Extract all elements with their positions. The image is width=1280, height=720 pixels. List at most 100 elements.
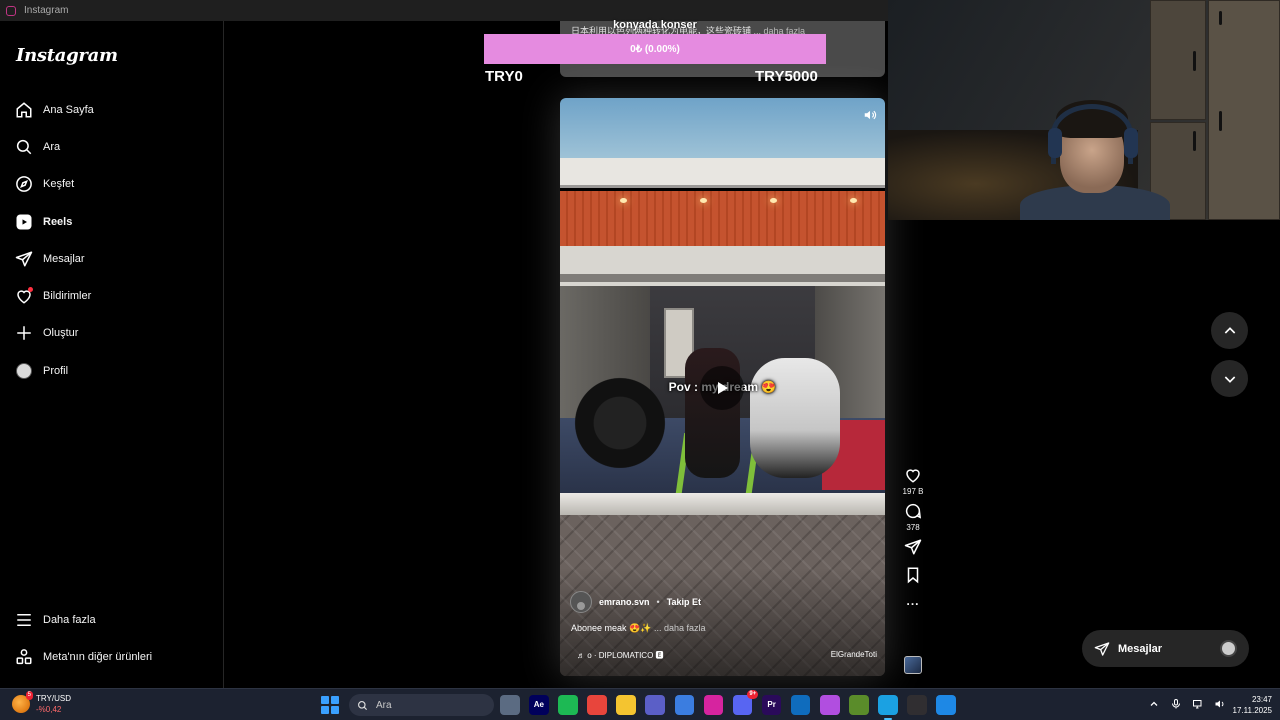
task-view-icon[interactable] (500, 695, 520, 715)
sidebar-item-more[interactable]: Daha fazla (0, 601, 224, 638)
microphone-icon[interactable] (1170, 698, 1182, 710)
webcam-cabinet (1150, 0, 1206, 120)
start-button[interactable] (321, 696, 339, 714)
premiere-icon[interactable]: Pr (761, 695, 782, 715)
reel-audio-row[interactable]: ♬ o · DIPLOMATICO 🅴 ElGrandeToti (577, 650, 877, 661)
sidebar-item-label: Mesajlar (43, 252, 85, 265)
taskbar-clock[interactable]: 23:47 17.11.2025 (1222, 694, 1272, 716)
donation-progress-text: 0₺ (0.00%) (630, 43, 680, 55)
currency-ticker: TRY/USD -%0,42 (36, 693, 71, 715)
video-motorcycle-white (750, 358, 840, 478)
sidebar-item-search[interactable]: Ara (0, 128, 224, 165)
instagram-logo[interactable]: Instagram (16, 45, 118, 66)
audio-track-title: ♬ o · DIPLOMATICO 🅴 (577, 651, 664, 660)
search-icon (358, 700, 368, 710)
sidebar-item-label: Daha fazla (43, 613, 96, 626)
windows-taskbar: 5 TRY/USD -%0,42 Ara Ae 9+ Pr 23:47 17.11.… (0, 688, 1280, 720)
sidebar-bottom-nav: Daha fazla Meta'nın diğer ürünleri (0, 601, 224, 676)
app-icon[interactable] (936, 695, 956, 715)
taskbar-widget[interactable]: 5 TRY/USD -%0,42 (12, 691, 71, 715)
sidebar-item-label: Ara (43, 140, 61, 153)
instagram-favicon-icon (6, 5, 16, 16)
reels-icon (15, 213, 33, 231)
follow-button[interactable]: Takip Et (667, 597, 701, 607)
minecraft-icon[interactable] (849, 695, 869, 715)
spotify-icon[interactable] (558, 695, 578, 715)
sidebar-item-profile[interactable]: Profil (0, 352, 224, 389)
widget-badge: 5 (25, 691, 33, 700)
send-icon (1094, 641, 1110, 656)
audio-thumbnail[interactable] (904, 656, 922, 674)
sidebar-item-label: Reels (43, 215, 73, 228)
taskbar-search[interactable]: Ara (349, 694, 494, 716)
sidebar-item-messages[interactable]: Mesajlar (0, 240, 224, 277)
sidebar-item-label: Ana Sayfa (43, 103, 94, 116)
instagram-icon[interactable] (703, 695, 724, 715)
author-avatar[interactable] (570, 591, 592, 613)
browser-tab-title: Instagram (24, 5, 69, 16)
currency-widget-icon: 5 (12, 691, 33, 713)
video-garage-frame (560, 246, 885, 286)
obs-icon[interactable] (907, 695, 927, 715)
store-icon[interactable] (674, 695, 695, 715)
clock-date: 17.11.2025 (1232, 706, 1272, 715)
teams-icon[interactable] (645, 695, 665, 715)
volume-icon[interactable] (863, 108, 877, 122)
chevron-up-icon[interactable] (1148, 698, 1160, 710)
after-effects-icon[interactable]: Ae (529, 695, 549, 715)
browser-titlebar: Instagram (0, 0, 888, 21)
video-roof-fascia (560, 158, 885, 188)
menu-icon (15, 611, 33, 629)
profile-avatar-icon (15, 362, 33, 380)
chrome-icon[interactable] (587, 695, 607, 715)
like-button[interactable]: 197 B (900, 466, 926, 496)
play-button[interactable] (700, 366, 744, 410)
discord-badge: 9+ (747, 690, 759, 699)
edge-icon[interactable] (878, 695, 898, 719)
webcam-headset-ear (1048, 128, 1062, 158)
sidebar-item-meta-products[interactable]: Meta'nın diğer ürünleri (0, 638, 224, 675)
sidebar-item-create[interactable]: Oluştur (0, 315, 224, 352)
audio-artist: ElGrandeToti (830, 650, 877, 659)
heart-icon (906, 469, 920, 483)
sidebar-item-label: Meta'nın diğer ürünleri (43, 650, 153, 663)
sidebar-item-explore[interactable]: Keşfet (0, 166, 224, 203)
donation-min-label: TRY0 (485, 68, 523, 85)
copilot-icon[interactable] (820, 695, 840, 715)
compass-icon (15, 175, 33, 193)
clock-time: 23:47 (1251, 695, 1272, 704)
share-button[interactable] (900, 538, 926, 556)
reel-author-row: emrano.svn • Takip Et (570, 591, 701, 613)
comment-button[interactable]: 378 (900, 502, 926, 532)
reel-actions: 197 B 378 ... (900, 466, 926, 614)
file-explorer-icon[interactable] (616, 695, 636, 715)
send-icon (15, 250, 33, 268)
donation-progress-bar: 0₺ (0.00%) (484, 34, 826, 64)
reel-caption-more-link[interactable]: ... daha fazla (654, 623, 706, 633)
donation-goal-title: konyada konser (613, 19, 697, 31)
sidebar-item-reels[interactable]: Reels (0, 203, 224, 240)
mail-icon[interactable] (790, 695, 811, 715)
donation-max-label: TRY5000 (755, 68, 818, 85)
more-options-button[interactable]: ... (900, 594, 926, 608)
home-icon (15, 101, 33, 119)
save-button[interactable] (900, 566, 926, 584)
sidebar-item-notifications[interactable]: Bildirimler (0, 277, 224, 314)
network-icon[interactable] (1192, 698, 1204, 710)
webcam-overlay (888, 0, 1280, 220)
sidebar-item-label: Keşfet (43, 178, 75, 191)
author-username[interactable]: emrano.svn (599, 597, 650, 607)
taskbar-apps: Ae 9+ Pr (500, 690, 956, 719)
sidebar: Instagram Ana Sayfa Ara Keşfet Reels Mes… (0, 21, 224, 688)
messages-pill-button[interactable]: Mesajlar (1082, 630, 1249, 667)
previous-reel-button[interactable] (1211, 312, 1248, 349)
reel-caption: Abonee meak 😍✨ ... daha fazla (571, 623, 706, 634)
webcam-headset (1051, 104, 1133, 164)
sidebar-item-home[interactable]: Ana Sayfa (0, 91, 224, 128)
like-count: 197 B (902, 487, 924, 496)
ticker-change: -%0,42 (36, 705, 62, 714)
next-reel-button[interactable] (1211, 360, 1248, 397)
discord-icon[interactable]: 9+ (732, 690, 759, 715)
webcam-cabinet (1208, 0, 1280, 220)
reel-video[interactable]: Pov : my dream 😍 emrano.svn • Takip Et A… (560, 98, 885, 676)
